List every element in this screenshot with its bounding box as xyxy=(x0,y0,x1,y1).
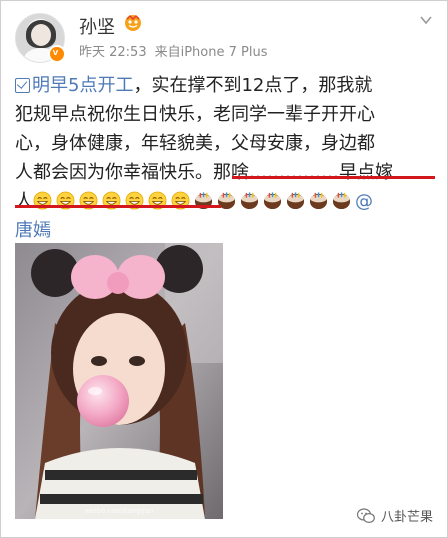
emoji-row xyxy=(33,191,355,212)
username[interactable]: 孙坚 xyxy=(79,13,115,39)
member-crown-icon[interactable] xyxy=(124,14,142,32)
cake-emoji-icon xyxy=(309,192,328,210)
post-line-1-rest: ，实在撑不到12点了，那我就 xyxy=(133,75,373,96)
post-source: 来自iPhone 7 Plus xyxy=(154,45,268,60)
cake-emoji-icon xyxy=(263,192,282,210)
cake-emoji-icon xyxy=(332,192,351,210)
mention-link[interactable]: 唐嫣 xyxy=(15,216,435,245)
cake-emoji-icon xyxy=(286,192,305,210)
post-photo[interactable]: weibo.com/tangyan xyxy=(15,243,223,519)
post-text: 明早5点开工，实在撑不到12点了，那我就 犯规早点祝你生日快乐，老同学一辈子开开… xyxy=(15,71,435,245)
post-meta: 昨天 22:53 来自iPhone 7 Plus xyxy=(79,41,268,60)
highlight-underline-2 xyxy=(15,205,221,208)
photo-watermark: weibo.com/tangyan xyxy=(84,507,154,515)
highlight-underline-1 xyxy=(232,176,435,179)
verified-badge-icon: V xyxy=(48,45,66,63)
post-line-5: 人 @ xyxy=(15,187,435,216)
footer-watermark: 八卦芒果 xyxy=(356,506,433,525)
avatar-face xyxy=(31,24,51,46)
cake-emoji-icon xyxy=(240,192,259,210)
topic-link[interactable]: 明早5点开工 xyxy=(15,75,133,96)
photo-illustration xyxy=(15,243,223,519)
wechat-icon xyxy=(356,507,375,523)
post-time: 昨天 22:53 xyxy=(79,45,147,60)
post-line-5-a: 人 xyxy=(15,191,33,212)
post-line-1: 明早5点开工，实在撑不到12点了，那我就 xyxy=(15,71,435,100)
topic-check-icon xyxy=(15,78,30,93)
post-line-4: 人都会因为你幸福快乐。那啥……………早点嫁 xyxy=(15,158,435,187)
footer-label: 八卦芒果 xyxy=(380,510,433,525)
svg-text:V: V xyxy=(53,49,59,57)
mention-at[interactable]: @ xyxy=(355,191,373,212)
chevron-down-icon[interactable] xyxy=(419,13,433,27)
post-line-3: 心，身体健康，年轻貌美，父母安康，身边都 xyxy=(15,133,375,154)
post-card: V 孙坚 昨天 22:53 来自iPhone 7 Plus 明早5点开工，实在撑不… xyxy=(0,0,448,538)
topic-label: 明早5点开工 xyxy=(32,75,134,96)
post-line-4-b: 那啥……………早点嫁 xyxy=(213,162,393,183)
post-line-2: 犯规早点祝你生日快乐，老同学一辈子开开心 xyxy=(15,104,375,125)
post-line-4-a: 人都会因为你幸福快乐。 xyxy=(15,162,213,183)
